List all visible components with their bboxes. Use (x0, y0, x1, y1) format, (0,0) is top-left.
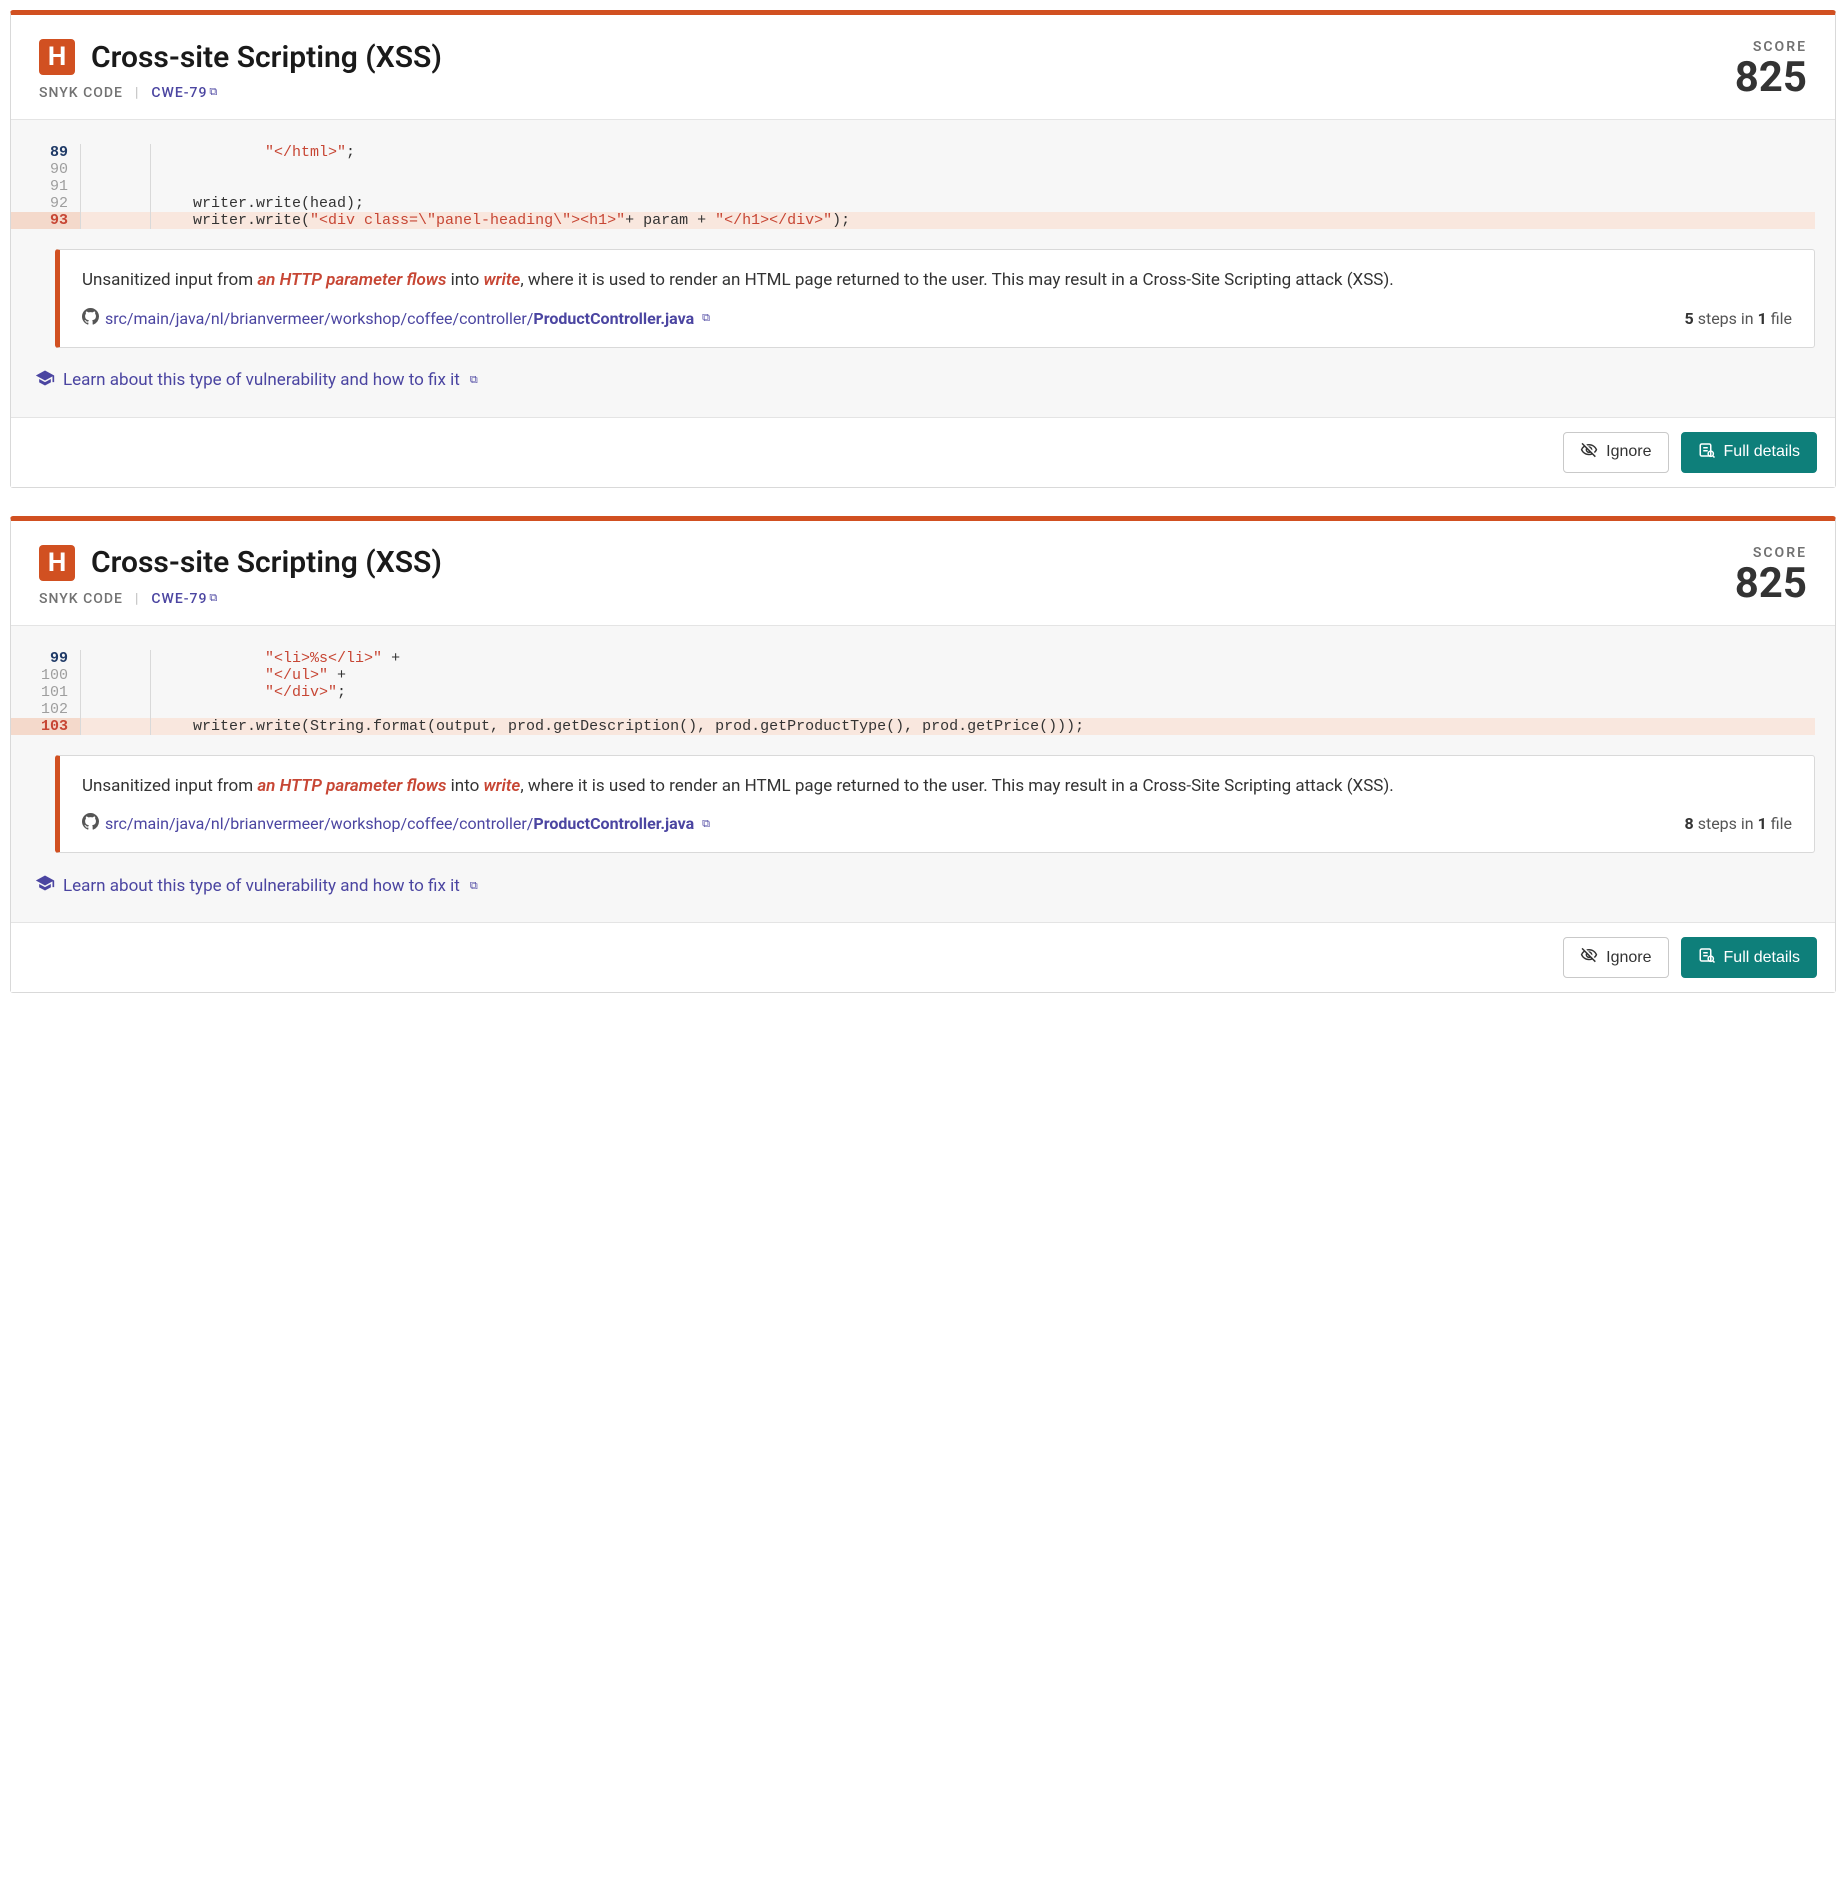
code-content: "</html>"; (151, 144, 1815, 161)
vulnerability-card: H Cross-site Scripting (XSS) SNYK CODE |… (10, 10, 1836, 488)
code-content (151, 701, 1815, 718)
snyk-code-label: SNYK CODE (39, 85, 123, 101)
line-number: 91 (11, 178, 81, 195)
severity-badge-icon: H (39, 545, 75, 581)
separator: | (135, 591, 139, 607)
line-number: 90 (11, 161, 81, 178)
learn-link[interactable]: Learn about this type of vulnerability a… (35, 873, 1815, 898)
indent-guide (81, 178, 151, 195)
line-number: 102 (11, 701, 81, 718)
vulnerability-description-box: Unsanitized input from an HTTP parameter… (55, 755, 1815, 854)
learn-link[interactable]: Learn about this type of vulnerability a… (35, 368, 1815, 393)
code-content: writer.write(String.format(output, prod.… (151, 718, 1815, 735)
code-snippet: 99 "<li>%s</li>" +100 "</ul>" +101 "</di… (11, 650, 1815, 735)
external-link-icon: ⧉ (209, 591, 218, 604)
indent-guide (81, 701, 151, 718)
card-header: H Cross-site Scripting (XSS) SNYK CODE |… (11, 15, 1835, 119)
code-line: 91 (11, 178, 1815, 195)
line-number: 100 (11, 667, 81, 684)
line-number: 89 (11, 144, 81, 161)
eye-off-icon (1580, 441, 1598, 464)
github-icon (82, 813, 99, 834)
details-icon (1698, 946, 1716, 969)
code-content: writer.write(head); (151, 195, 1815, 212)
vulnerability-description: Unsanitized input from an HTTP parameter… (82, 774, 1792, 800)
score-value: 825 (1735, 561, 1807, 607)
vulnerability-title: Cross-site Scripting (XSS) (91, 545, 442, 580)
graduation-cap-icon (35, 368, 55, 393)
indent-guide (81, 650, 151, 667)
graduation-cap-icon (35, 873, 55, 898)
source-file-link[interactable]: src/main/java/nl/brianvermeer/workshop/c… (82, 813, 710, 834)
line-number: 101 (11, 684, 81, 701)
code-content (151, 161, 1815, 178)
code-snippet: 89 "</html>";909192 writer.write(head);9… (11, 144, 1815, 229)
indent-guide (81, 144, 151, 161)
indent-guide (81, 195, 151, 212)
indent-guide (81, 684, 151, 701)
cwe-link[interactable]: CWE-79⧉ (151, 85, 218, 101)
external-link-icon: ⧉ (470, 879, 478, 893)
indent-guide (81, 161, 151, 178)
vulnerability-card: H Cross-site Scripting (XSS) SNYK CODE |… (10, 516, 1836, 994)
ignore-button[interactable]: Ignore (1563, 432, 1668, 473)
full-details-button[interactable]: Full details (1681, 937, 1817, 978)
ignore-button[interactable]: Ignore (1563, 937, 1668, 978)
code-line: 100 "</ul>" + (11, 667, 1815, 684)
full-details-button[interactable]: Full details (1681, 432, 1817, 473)
code-line: 92 writer.write(head); (11, 195, 1815, 212)
indent-guide (81, 718, 151, 735)
vulnerability-description: Unsanitized input from an HTTP parameter… (82, 268, 1792, 294)
external-link-icon: ⧉ (209, 85, 218, 98)
external-link-icon: ⧉ (470, 373, 478, 387)
eye-off-icon (1580, 946, 1598, 969)
card-header: H Cross-site Scripting (XSS) SNYK CODE |… (11, 521, 1835, 625)
github-icon (82, 308, 99, 329)
severity-badge-icon: H (39, 39, 75, 75)
code-line: 89 "</html>"; (11, 144, 1815, 161)
external-link-icon: ⧉ (702, 311, 710, 325)
details-icon (1698, 441, 1716, 464)
line-number: 99 (11, 650, 81, 667)
score-value: 825 (1735, 55, 1807, 101)
vulnerability-description-box: Unsanitized input from an HTTP parameter… (55, 249, 1815, 348)
indent-guide (81, 667, 151, 684)
card-body: 99 "<li>%s</li>" +100 "</ul>" +101 "</di… (11, 625, 1835, 923)
snyk-code-label: SNYK CODE (39, 591, 123, 607)
steps-summary: 8 steps in 1 file (1685, 814, 1792, 833)
code-content: "<li>%s</li>" + (151, 650, 1815, 667)
cwe-link[interactable]: CWE-79⧉ (151, 591, 218, 607)
code-content: writer.write("<div class=\"panel-heading… (151, 212, 1815, 229)
steps-summary: 5 steps in 1 file (1685, 309, 1792, 328)
external-link-icon: ⧉ (702, 817, 710, 831)
separator: | (135, 85, 139, 101)
code-line: 101 "</div>"; (11, 684, 1815, 701)
line-number: 93 (11, 212, 81, 229)
line-number: 92 (11, 195, 81, 212)
line-number: 103 (11, 718, 81, 735)
code-content: "</ul>" + (151, 667, 1815, 684)
code-content (151, 178, 1815, 195)
code-line: 99 "<li>%s</li>" + (11, 650, 1815, 667)
code-line: 93 writer.write("<div class=\"panel-head… (11, 212, 1815, 229)
source-file-link[interactable]: src/main/java/nl/brianvermeer/workshop/c… (82, 308, 710, 329)
code-line: 90 (11, 161, 1815, 178)
code-content: "</div>"; (151, 684, 1815, 701)
card-footer: Ignore Full details (11, 922, 1835, 992)
vulnerability-title: Cross-site Scripting (XSS) (91, 40, 442, 75)
code-line: 103 writer.write(String.format(output, p… (11, 718, 1815, 735)
card-footer: Ignore Full details (11, 417, 1835, 487)
code-line: 102 (11, 701, 1815, 718)
card-body: 89 "</html>";909192 writer.write(head);9… (11, 119, 1835, 417)
indent-guide (81, 212, 151, 229)
